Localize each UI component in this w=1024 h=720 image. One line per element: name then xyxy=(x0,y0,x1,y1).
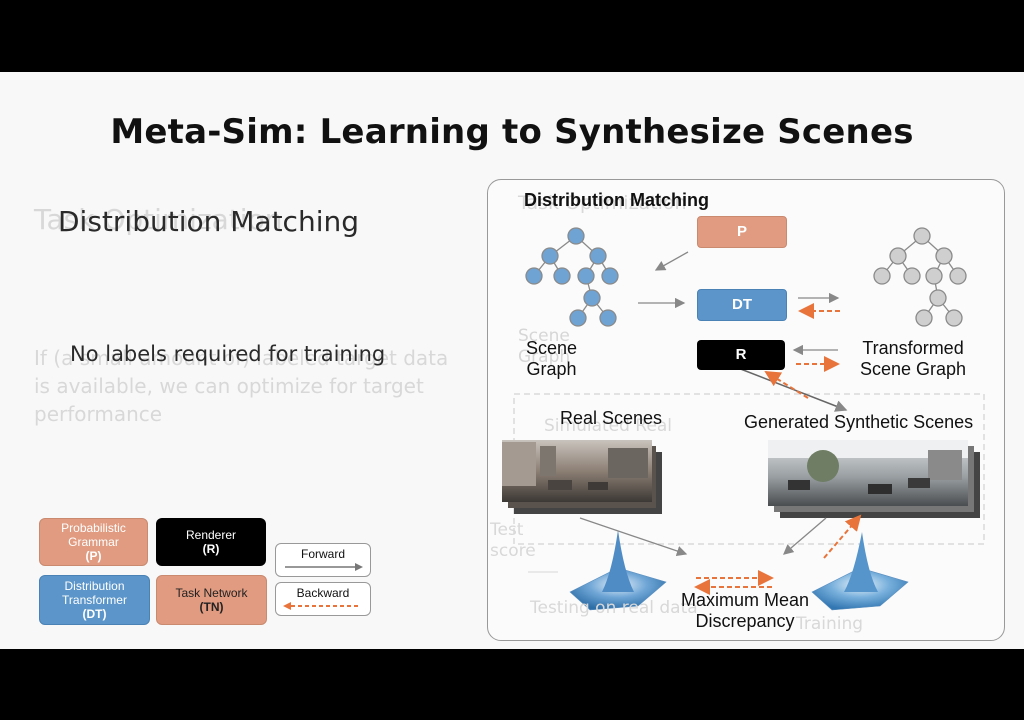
forward-arrow-icon xyxy=(285,563,363,571)
no-labels-text: No labels required for training xyxy=(70,342,386,366)
legend-forward: Forward xyxy=(275,543,371,577)
legend-backward-label: Backward xyxy=(296,586,350,600)
ghost-test-score: Test score xyxy=(490,520,536,562)
transformed-scene-graph-icon xyxy=(873,227,967,327)
legend-transformer-label: Distribution Transformer xyxy=(62,579,127,607)
transformed-label-line: Scene Graph xyxy=(860,359,967,379)
scene-graph-icon xyxy=(525,227,619,327)
scene-graph-label-line: Scene xyxy=(526,338,578,358)
legend-task-network: Task Network (TN) xyxy=(156,575,267,625)
ghost-test-score-line: score xyxy=(490,541,536,561)
legend-backward: Backward xyxy=(275,582,371,616)
dist-to-synthetic-backward-arrow xyxy=(823,514,862,559)
legend-grammar: Probabilistic Grammar (P) xyxy=(39,518,148,566)
mmd-label-line: Maximum Mean xyxy=(680,590,810,610)
ghost-line: performance xyxy=(34,402,163,426)
synthetic-to-dist-arrow xyxy=(783,517,827,555)
legend-renderer-abbr: (R) xyxy=(202,542,220,556)
backward-arrow-icon xyxy=(283,602,361,610)
ghost-line: is available, we can optimize for target xyxy=(34,374,424,398)
legend-task-network-abbr: (TN) xyxy=(199,600,224,614)
diagram-panel: Task Optimization Distribution Matching xyxy=(487,179,1005,641)
mmd-label: Maximum Mean Discrepancy xyxy=(670,590,820,632)
transformed-label-line: Transformed xyxy=(862,338,964,358)
renderer-node-r: R xyxy=(697,340,785,370)
slide-title: Meta-Sim: Learning to Synthesize Scenes xyxy=(110,112,914,152)
real-scenes-label: Real Scenes xyxy=(560,408,663,428)
generated-scenes-label: Generated Synthetic Scenes xyxy=(744,412,974,432)
slide: Meta-Sim: Learning to Synthesize Scenes … xyxy=(0,72,1024,649)
legend-task-network-label: Task Network xyxy=(175,586,248,600)
p-to-graph-arrow xyxy=(654,251,689,271)
legend-grammar-abbr: (P) xyxy=(85,549,102,563)
scene-graph-label: Scene Graph xyxy=(526,338,577,380)
legend-grammar-label: Probabilistic Grammar xyxy=(61,521,126,549)
legend-transformer: Distribution Transformer (DT) xyxy=(39,575,150,625)
real-to-dist-arrow xyxy=(579,517,688,556)
ghost-test-score-line: Test xyxy=(490,520,524,540)
legend-forward-label: Forward xyxy=(300,547,345,561)
transformer-node-dt: DT xyxy=(697,289,787,321)
real-scenes-image xyxy=(502,440,662,514)
transformed-scene-graph-label: Transformed Scene Graph xyxy=(860,338,966,380)
legend-transformer-abbr: (DT) xyxy=(82,607,107,621)
legend-renderer: Renderer (R) xyxy=(156,518,266,566)
mmd-label-line: Discrepancy xyxy=(695,611,795,631)
legend-renderer-label: Renderer xyxy=(185,528,237,542)
scene-graph-label-line: Graph xyxy=(526,359,577,379)
grammar-node-p: P xyxy=(697,216,787,248)
generated-scenes-image xyxy=(768,440,980,518)
left-heading: Distribution Matching xyxy=(58,205,359,238)
